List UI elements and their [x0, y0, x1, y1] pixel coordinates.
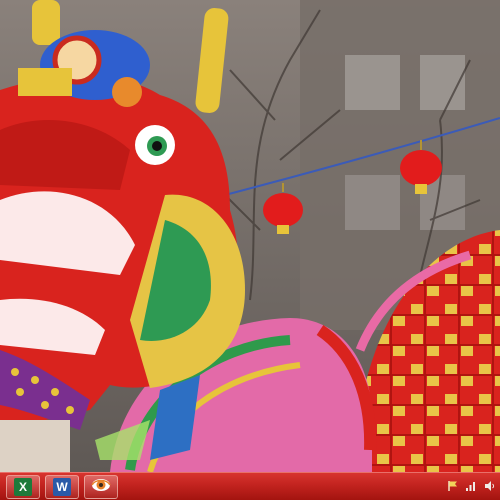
word-icon: W: [53, 478, 71, 496]
desktop-wallpaper: [0, 0, 500, 472]
flag-icon[interactable]: [447, 477, 458, 496]
network-icon[interactable]: [465, 477, 477, 496]
wallpaper-image: [0, 0, 500, 472]
taskbar-media-player-button[interactable]: [84, 475, 118, 499]
excel-icon: X: [14, 478, 32, 496]
system-tray: [444, 473, 500, 500]
taskbar: X W: [0, 472, 500, 500]
volume-icon[interactable]: [484, 477, 496, 496]
media-player-icon: [91, 476, 111, 498]
taskbar-word-button[interactable]: W: [45, 475, 79, 499]
taskbar-excel-button[interactable]: X: [6, 475, 40, 499]
